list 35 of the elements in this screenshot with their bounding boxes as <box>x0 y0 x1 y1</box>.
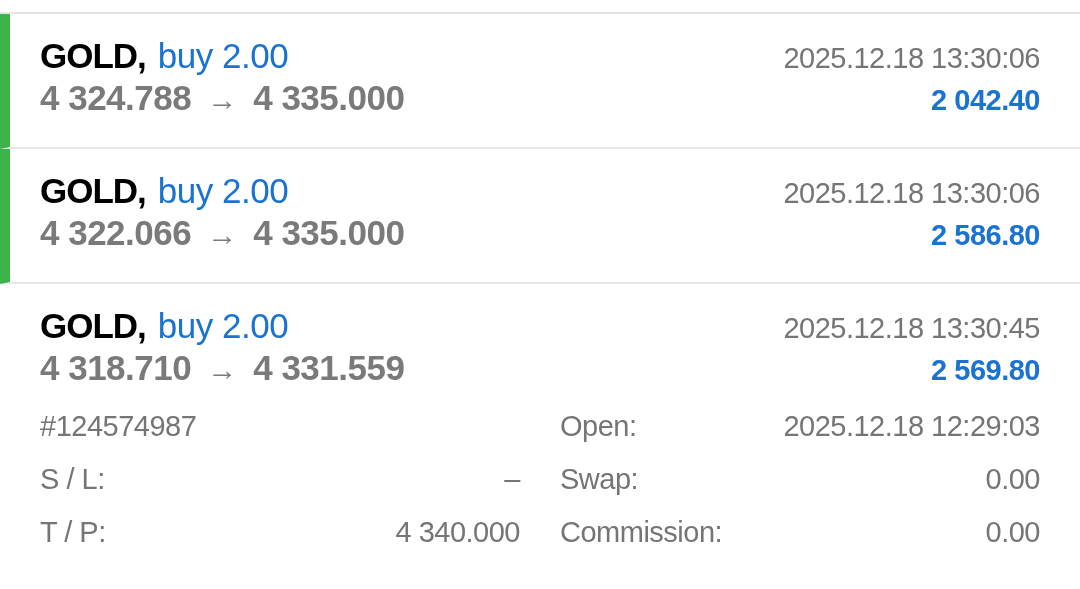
detail-label: Commission: <box>560 516 723 549</box>
open-price: 4 324.788 <box>40 78 192 118</box>
order-text: buy 2.00 <box>157 36 289 76</box>
open-price: 4 322.066 <box>40 213 192 253</box>
close-time: 2025.12.18 13:30:06 <box>783 177 1040 210</box>
profit-value: 2 569.80 <box>931 354 1040 387</box>
symbol-text: GOLD, <box>40 36 146 76</box>
symbol-text: GOLD, <box>40 171 146 211</box>
detail-value: 0.00 <box>985 516 1040 549</box>
detail-value: 0.00 <box>985 463 1040 496</box>
close-price: 4 335.000 <box>253 78 405 118</box>
profit-value: 2 586.80 <box>931 219 1040 252</box>
detail-value: 2025.12.18 12:29:03 <box>783 410 1040 443</box>
close-time: 2025.12.18 13:30:06 <box>783 42 1040 75</box>
close-price: 4 335.000 <box>253 213 405 253</box>
detail-label: Open: <box>560 410 637 443</box>
trade-row[interactable]: GOLD, buy 2.00 2025.12.18 13:30:06 4 324.788 → 4 335.000 2 042.40 <box>0 14 1080 149</box>
trade-row[interactable]: GOLD, buy 2.00 2025.12.18 13:30:45 4 318.710 → 4 331.559 2 569.80 #124574987 Open: 2025.12.18 12:29:03 S / L: – Swap: 0.00 T / P: 4 340.000 Commission: 0.00 <box>0 284 1080 559</box>
detail-label: Swap: <box>560 463 639 496</box>
arrow-text: → <box>207 353 238 387</box>
close-price: 4 331.559 <box>253 348 405 388</box>
detail-value: 4 340.000 <box>395 516 520 549</box>
close-time: 2025.12.18 13:30:45 <box>783 312 1040 345</box>
arrow-text: → <box>207 218 238 252</box>
order-text: buy 2.00 <box>157 171 289 211</box>
symbol-text: GOLD, <box>40 306 146 346</box>
detail-value: – <box>504 463 520 496</box>
profit-value: 2 042.40 <box>931 84 1040 117</box>
detail-label: S / L: <box>40 463 105 496</box>
trade-row[interactable]: GOLD, buy 2.00 2025.12.18 13:30:06 4 322.066 → 4 335.000 2 586.80 <box>0 149 1080 284</box>
arrow-text: → <box>207 83 238 117</box>
order-text: buy 2.00 <box>157 306 289 346</box>
detail-label: #124574987 <box>40 410 197 443</box>
detail-label: T / P: <box>40 516 106 549</box>
open-price: 4 318.710 <box>40 348 192 388</box>
